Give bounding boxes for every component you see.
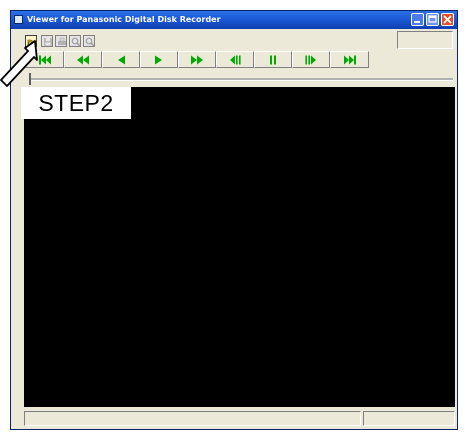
- pause-button[interactable]: [254, 51, 292, 68]
- skip-to-end-button[interactable]: [330, 51, 369, 68]
- arrow-pointer-icon: [0, 40, 38, 87]
- skip-to-end-icon: [343, 55, 356, 64]
- minimize-button[interactable]: [411, 13, 424, 26]
- frame-back-icon: [230, 55, 241, 64]
- fast-rewind-icon: [77, 55, 89, 64]
- minimize-icon: [414, 21, 420, 23]
- app-icon: [14, 15, 23, 24]
- playback-controls: [25, 51, 369, 68]
- status-bar: [24, 411, 455, 426]
- video-display: [24, 87, 455, 407]
- step-label: STEP2: [21, 87, 131, 119]
- close-icon: [443, 15, 452, 24]
- reverse-play-button[interactable]: [102, 51, 140, 68]
- status-pane-main: [24, 411, 361, 426]
- printer-icon: [58, 37, 66, 45]
- zoom-out-button[interactable]: [83, 35, 95, 47]
- pause-icon: [270, 55, 276, 64]
- maximize-button[interactable]: [426, 13, 439, 26]
- fast-forward-button[interactable]: [178, 51, 216, 68]
- fast-rewind-button[interactable]: [64, 51, 102, 68]
- seek-track: [29, 78, 453, 81]
- seek-bar[interactable]: [29, 73, 453, 85]
- maximize-icon: [428, 15, 437, 23]
- close-button[interactable]: [441, 13, 454, 26]
- window-title: Viewer for Panasonic Digital Disk Record…: [27, 15, 221, 24]
- floppy-disk-icon: [44, 38, 52, 46]
- info-field: [397, 31, 453, 49]
- title-bar[interactable]: Viewer for Panasonic Digital Disk Record…: [11, 11, 457, 29]
- play-icon: [155, 55, 162, 64]
- frame-forward-icon: [305, 55, 316, 64]
- frame-back-button[interactable]: [216, 51, 254, 68]
- save-button[interactable]: [41, 35, 53, 47]
- magnifier-icon: [85, 37, 95, 47]
- magnifier-icon: [71, 37, 81, 47]
- print-button[interactable]: [55, 35, 67, 47]
- viewer-window: Viewer for Panasonic Digital Disk Record…: [10, 10, 458, 430]
- status-pane-side: [363, 411, 455, 426]
- fast-forward-icon: [191, 55, 203, 64]
- play-button[interactable]: [140, 51, 178, 68]
- reverse-play-icon: [118, 55, 125, 64]
- zoom-in-button[interactable]: [69, 35, 81, 47]
- frame-forward-button[interactable]: [292, 51, 330, 68]
